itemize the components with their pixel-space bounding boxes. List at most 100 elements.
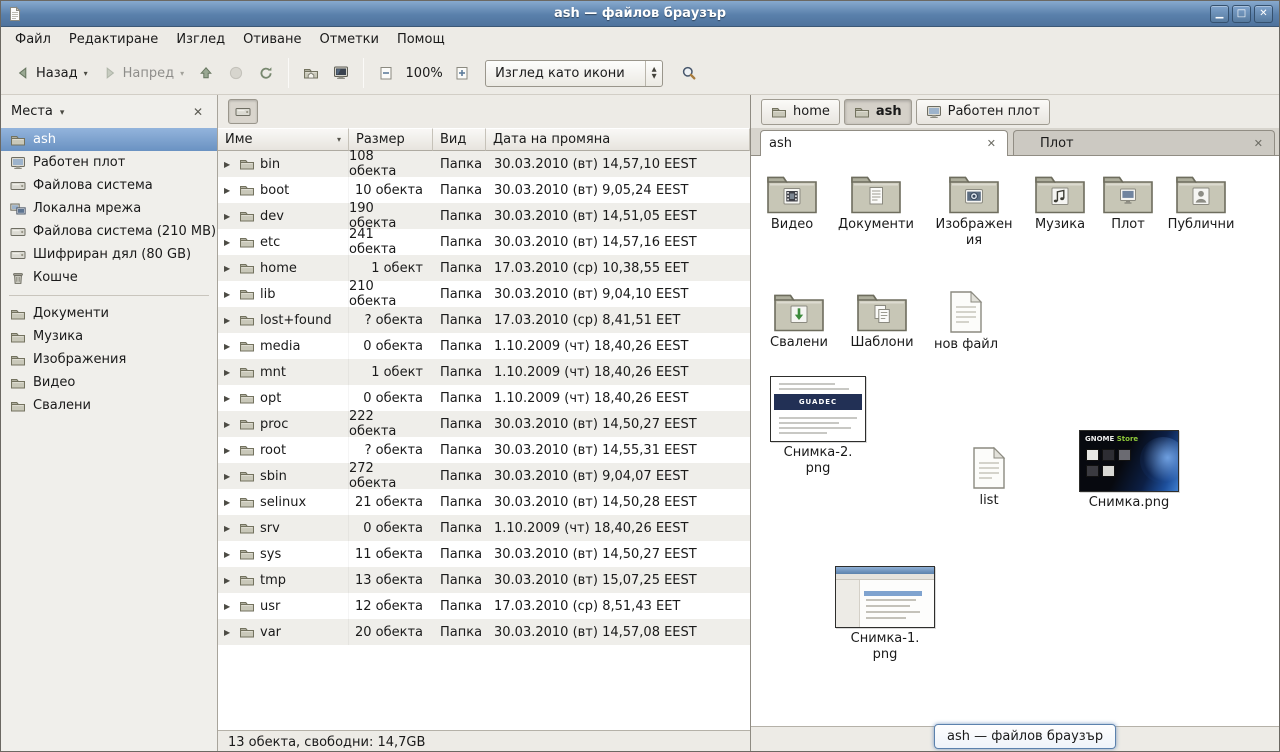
sidebar-close-button[interactable]: ✕ bbox=[189, 104, 207, 120]
menu-edit[interactable]: Редактиране bbox=[60, 28, 167, 51]
tab-close-button[interactable]: ✕ bbox=[984, 136, 999, 151]
sidebar-item-documents[interactable]: Документи bbox=[1, 302, 217, 325]
sidebar-item-videos[interactable]: Видео bbox=[1, 371, 217, 394]
expander-icon[interactable]: ▶ bbox=[224, 446, 234, 455]
minimize-button[interactable]: ▁ bbox=[1210, 5, 1229, 23]
view-mode-select[interactable]: Изглед като икони ▲▼ bbox=[485, 60, 663, 87]
forward-button[interactable]: Напред ▾ bbox=[95, 60, 192, 86]
table-row[interactable]: ▶etc241 обектаПапка30.03.2010 (вт) 14,57… bbox=[218, 229, 750, 255]
table-row[interactable]: ▶lost+found? обектаПапка17.03.2010 (ср) … bbox=[218, 307, 750, 333]
expander-icon[interactable]: ▶ bbox=[224, 394, 234, 403]
sidebar-item-music[interactable]: Музика bbox=[1, 325, 217, 348]
file-item[interactable]: Свалени bbox=[755, 290, 843, 351]
zoom-in-button[interactable] bbox=[447, 60, 477, 86]
titlebar[interactable]: ash — файлов браузър ▁ □ ✕ bbox=[1, 1, 1279, 27]
expander-icon[interactable]: ▶ bbox=[224, 420, 234, 429]
sidebar-item-downloads[interactable]: Свалени bbox=[1, 394, 217, 417]
maximize-button[interactable]: □ bbox=[1232, 5, 1251, 23]
pathbar-button-ash[interactable]: ash bbox=[844, 99, 912, 125]
reload-button[interactable] bbox=[251, 60, 281, 86]
sidebar-item-network[interactable]: Локална мрежа bbox=[1, 197, 217, 220]
table-row[interactable]: ▶var20 обектаПапка30.03.2010 (вт) 14,57,… bbox=[218, 619, 750, 645]
computer-button[interactable] bbox=[326, 60, 356, 86]
expander-icon[interactable]: ▶ bbox=[224, 264, 234, 273]
tab-ash[interactable]: ash✕ bbox=[760, 130, 1008, 156]
expander-icon[interactable]: ▶ bbox=[224, 342, 234, 351]
home-button[interactable] bbox=[296, 60, 326, 86]
menu-help[interactable]: Помощ bbox=[388, 28, 454, 51]
zoom-out-button[interactable] bbox=[371, 60, 401, 86]
sidebar-title[interactable]: Места bbox=[11, 104, 53, 119]
table-row[interactable]: ▶bin108 обектаПапка30.03.2010 (вт) 14,57… bbox=[218, 151, 750, 177]
menu-bookmarks[interactable]: Отметки bbox=[310, 28, 387, 51]
menu-view[interactable]: Изглед bbox=[167, 28, 234, 51]
tab-Плот[interactable]: Плот✕ bbox=[1013, 130, 1275, 155]
sidebar-item-volume-210mb[interactable]: Файлова система (210 MB) bbox=[1, 220, 217, 243]
file-item[interactable]: Снимка-1.png bbox=[830, 566, 940, 663]
file-item[interactable]: Документи bbox=[832, 172, 920, 233]
table-row[interactable]: ▶home1 обектПапка17.03.2010 (ср) 10,38,5… bbox=[218, 255, 750, 281]
table-row[interactable]: ▶boot10 обектаПапка30.03.2010 (вт) 9,05,… bbox=[218, 177, 750, 203]
expander-icon[interactable]: ▶ bbox=[224, 628, 234, 637]
expander-icon[interactable]: ▶ bbox=[224, 524, 234, 533]
file-item[interactable]: GUADECСнимка-2.png bbox=[763, 376, 873, 477]
folder-icon bbox=[10, 398, 26, 414]
table-row[interactable]: ▶root? обектаПапка30.03.2010 (вт) 14,55,… bbox=[218, 437, 750, 463]
sidebar-item-trash[interactable]: Кошче bbox=[1, 266, 217, 289]
table-row[interactable]: ▶dev190 обектаПапка30.03.2010 (вт) 14,51… bbox=[218, 203, 750, 229]
sidebar-item-desktop[interactable]: Работен плот bbox=[1, 151, 217, 174]
table-row[interactable]: ▶selinux21 обектаПапка30.03.2010 (вт) 14… bbox=[218, 489, 750, 515]
column-header-0[interactable]: Име▾ bbox=[218, 128, 349, 151]
search-button[interactable] bbox=[674, 60, 704, 86]
table-row[interactable]: ▶mnt1 обектПапка1.10.2009 (чт) 18,40,26 … bbox=[218, 359, 750, 385]
expander-icon[interactable]: ▶ bbox=[224, 186, 234, 195]
column-header-1[interactable]: Размер bbox=[349, 128, 433, 151]
expander-icon[interactable]: ▶ bbox=[224, 472, 234, 481]
expander-icon[interactable]: ▶ bbox=[224, 238, 234, 247]
file-item[interactable]: нов файл bbox=[922, 290, 1010, 353]
root-location-button[interactable] bbox=[228, 99, 258, 124]
table-row[interactable]: ▶sbin272 обектаПапка30.03.2010 (вт) 9,04… bbox=[218, 463, 750, 489]
taskbar-window-button[interactable]: ash — файлов браузър bbox=[934, 724, 1116, 749]
column-header-2[interactable]: Вид bbox=[433, 128, 486, 151]
table-row[interactable]: ▶proc222 обектаПапка30.03.2010 (вт) 14,5… bbox=[218, 411, 750, 437]
table-row[interactable]: ▶opt0 обектаПапка1.10.2009 (чт) 18,40,26… bbox=[218, 385, 750, 411]
close-button[interactable]: ✕ bbox=[1254, 5, 1273, 23]
menu-file[interactable]: Файл bbox=[6, 28, 60, 51]
table-row[interactable]: ▶srv0 обектаПапка1.10.2009 (чт) 18,40,26… bbox=[218, 515, 750, 541]
expander-icon[interactable]: ▶ bbox=[224, 576, 234, 585]
table-row[interactable]: ▶media0 обектаПапка1.10.2009 (чт) 18,40,… bbox=[218, 333, 750, 359]
expander-icon[interactable]: ▶ bbox=[224, 498, 234, 507]
sidebar-item-ash[interactable]: ash bbox=[1, 128, 217, 151]
menu-go[interactable]: Отиване bbox=[234, 28, 310, 51]
stop-button[interactable] bbox=[221, 60, 251, 86]
table-row[interactable]: ▶lib210 обектаПапка30.03.2010 (вт) 9,04,… bbox=[218, 281, 750, 307]
expander-icon[interactable]: ▶ bbox=[224, 212, 234, 221]
sidebar-item-filesystem[interactable]: Файлова система bbox=[1, 174, 217, 197]
file-item[interactable]: Шаблони bbox=[838, 290, 926, 351]
tab-close-button[interactable]: ✕ bbox=[1251, 136, 1266, 151]
table-row[interactable]: ▶usr12 обектаПапка17.03.2010 (ср) 8,51,4… bbox=[218, 593, 750, 619]
up-button[interactable] bbox=[191, 60, 221, 86]
expander-icon[interactable]: ▶ bbox=[224, 368, 234, 377]
file-item[interactable]: Публични bbox=[1157, 172, 1245, 233]
expander-icon[interactable]: ▶ bbox=[224, 290, 234, 299]
file-item[interactable]: Изображения bbox=[930, 172, 1018, 249]
back-button[interactable]: Назад ▾ bbox=[8, 60, 95, 86]
file-item[interactable]: Видео bbox=[751, 172, 836, 233]
expander-icon[interactable]: ▶ bbox=[224, 550, 234, 559]
sidebar-item-encrypted-80gb[interactable]: Шифриран дял (80 GB) bbox=[1, 243, 217, 266]
table-row[interactable]: ▶tmp13 обектаПапка30.03.2010 (вт) 15,07,… bbox=[218, 567, 750, 593]
expander-icon[interactable]: ▶ bbox=[224, 602, 234, 611]
pathbar-button-home[interactable]: home bbox=[761, 99, 840, 125]
expander-icon[interactable]: ▶ bbox=[224, 316, 234, 325]
file-item[interactable]: Плот bbox=[1088, 172, 1168, 233]
table-row[interactable]: ▶sys11 обектаПапка30.03.2010 (вт) 14,50,… bbox=[218, 541, 750, 567]
file-item[interactable]: GNOME StoreСнимка.png bbox=[1074, 430, 1184, 511]
sidebar-item-pictures[interactable]: Изображения bbox=[1, 348, 217, 371]
column-header-3[interactable]: Дата на промяна bbox=[486, 128, 750, 151]
file-item[interactable]: list bbox=[945, 446, 1033, 509]
pathbar-button-Работен плот[interactable]: Работен плот bbox=[916, 99, 1050, 125]
expander-icon[interactable]: ▶ bbox=[224, 160, 234, 169]
icon-view[interactable]: ВидеоДокументиИзображенияМузикаПлотПубли… bbox=[751, 156, 1279, 726]
